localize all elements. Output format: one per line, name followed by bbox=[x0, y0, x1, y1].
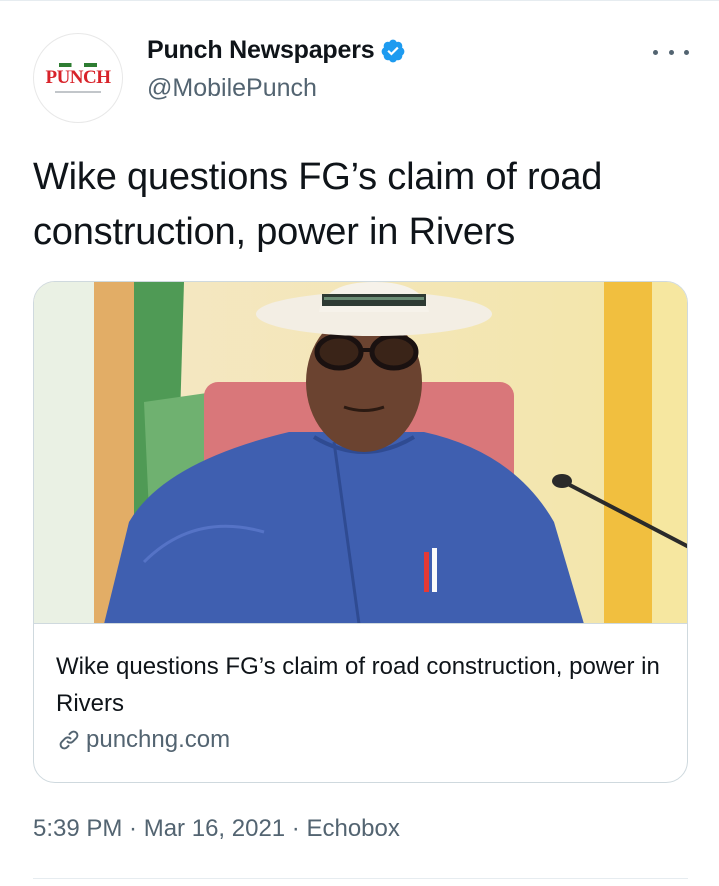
author-name-row[interactable]: Punch Newspapers bbox=[147, 36, 406, 65]
avatar-tagline bbox=[55, 91, 101, 93]
tweet-source[interactable]: Echobox bbox=[306, 815, 399, 842]
more-dot bbox=[684, 49, 689, 55]
more-dot bbox=[668, 49, 674, 55]
card-domain: punchng.com bbox=[86, 726, 231, 753]
more-dot bbox=[653, 49, 658, 55]
tweet-metadata: 5:39 PM · Mar 16, 2021 · Echobox bbox=[33, 815, 400, 843]
verified-badge-icon bbox=[382, 39, 405, 62]
avatar[interactable]: PUNCH bbox=[33, 33, 123, 123]
author-handle[interactable]: @MobilePunch bbox=[147, 74, 317, 103]
tweet-date[interactable]: Mar 16, 2021 bbox=[144, 815, 285, 842]
display-name[interactable]: Punch Newspapers bbox=[147, 36, 375, 65]
avatar-logo-text: PUNCH bbox=[45, 67, 111, 88]
more-options-icon[interactable] bbox=[653, 42, 689, 62]
bottom-divider bbox=[33, 878, 688, 879]
tweet-text: Wike questions FG’s claim of road constr… bbox=[33, 156, 603, 253]
tweet-header: PUNCH Punch Newspapers @MobilePunch bbox=[33, 30, 689, 123]
meta-separator: · bbox=[122, 815, 144, 842]
photo-of-man-in-white-hat-icon bbox=[34, 282, 687, 623]
link-icon bbox=[59, 730, 79, 750]
tweet-time[interactable]: 5:39 PM bbox=[33, 815, 122, 842]
card-domain-row[interactable]: punchng.com bbox=[56, 726, 230, 754]
link-preview-card[interactable]: Wike questions FG’s claim of road constr… bbox=[33, 281, 688, 783]
meta-separator: · bbox=[285, 815, 307, 842]
card-title[interactable]: Wike questions FG’s claim of road constr… bbox=[56, 648, 666, 722]
top-divider bbox=[0, 0, 719, 1]
card-image[interactable] bbox=[34, 282, 687, 624]
